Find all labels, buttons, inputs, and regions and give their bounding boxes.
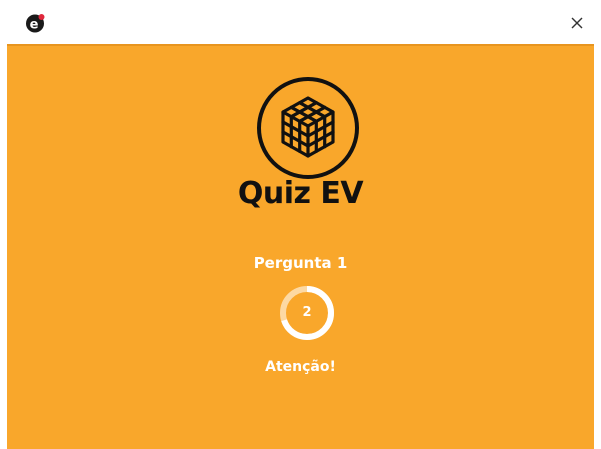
quiz-panel: Quiz EV Pergunta 1 2 Atenção!: [7, 44, 594, 449]
quiz-title: Quiz EV: [237, 176, 364, 211]
svg-text:e: e: [30, 18, 39, 33]
question-label: Pergunta 1: [253, 254, 348, 272]
close-icon[interactable]: [566, 12, 588, 34]
top-bar: e: [0, 0, 601, 44]
e-logo-icon: e: [26, 14, 45, 33]
rubiks-cube-icon: [257, 77, 359, 179]
timer-value: 2: [302, 305, 312, 320]
status-text: Atenção!: [265, 359, 336, 375]
